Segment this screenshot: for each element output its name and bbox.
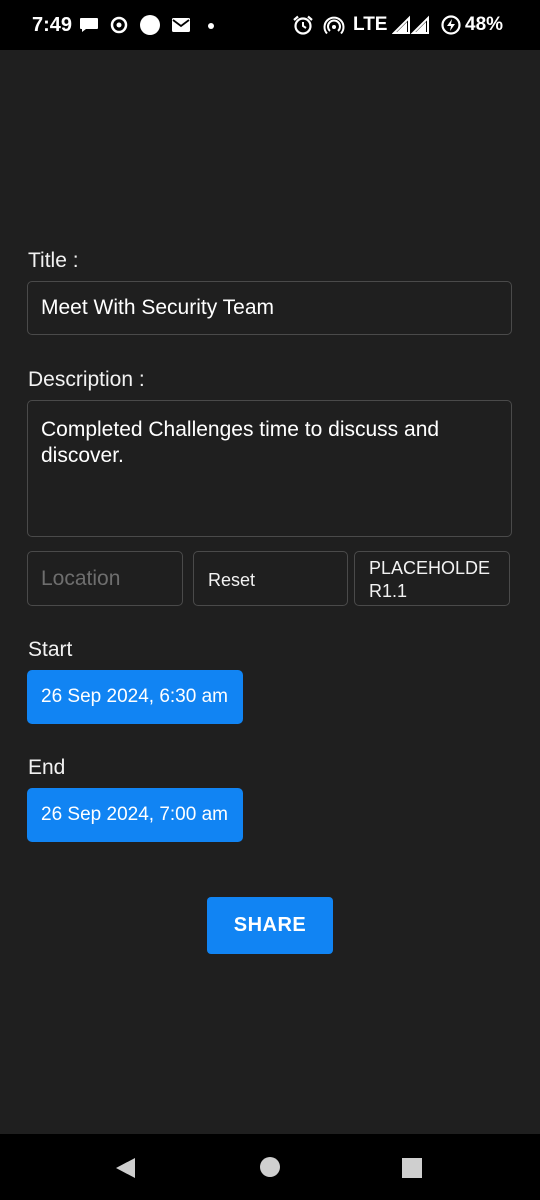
location-placeholder: Location <box>41 567 121 590</box>
location-input[interactable]: Location <box>27 551 183 606</box>
status-time: 7:49 <box>32 14 73 36</box>
start-date-button[interactable]: 26 Sep 2024, 6:30 am <box>27 670 243 724</box>
description-label: Description : <box>28 368 145 391</box>
alarm-icon <box>293 15 313 35</box>
app-screen: 7:49 LTE 48% Title: Meet With Security … <box>0 0 540 1200</box>
end-date-button[interactable]: 26 Sep 2024, 7:00 am <box>27 788 243 842</box>
back-icon[interactable] <box>114 1156 138 1180</box>
hotspot-icon <box>323 16 345 35</box>
title-input[interactable]: Meet With Security Team <box>27 281 512 335</box>
description-input[interactable]: Completed Challenges time to discuss and… <box>27 400 512 537</box>
battery-saver-icon <box>441 15 461 35</box>
network-type: LTE <box>353 14 388 35</box>
mail-icon <box>172 18 190 32</box>
start-label: Start <box>28 638 73 661</box>
status-bar: 7:49 LTE 48% <box>0 0 540 50</box>
title-label: Title : <box>28 249 79 272</box>
end-label: End <box>28 756 66 779</box>
placeholder-button-label: PLACEHOLDE R1.1 <box>369 558 491 601</box>
message-icon <box>80 18 98 32</box>
home-icon[interactable] <box>259 1156 281 1178</box>
battery-level: 48% <box>465 14 504 35</box>
reset-button[interactable]: Reset <box>193 551 348 606</box>
circle-icon <box>140 15 160 35</box>
title-input-value: Meet With Security Team <box>41 296 275 319</box>
recents-icon[interactable] <box>401 1157 423 1179</box>
placeholder-button[interactable]: PLACEHOLDE R1.1 <box>354 551 510 606</box>
navigation-bar <box>0 1134 540 1200</box>
dot-icon <box>208 23 214 29</box>
description-input-value: Completed Challenges time to discuss and… <box>41 418 440 467</box>
share-button[interactable]: SHARE <box>207 897 333 954</box>
reset-button-label: Reset <box>208 570 256 590</box>
signal-icon <box>392 15 429 34</box>
notification-icon <box>110 16 128 34</box>
